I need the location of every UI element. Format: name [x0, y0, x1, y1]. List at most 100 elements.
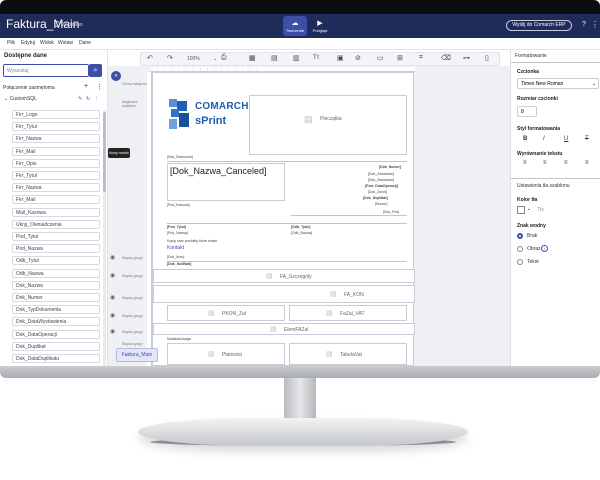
right-field-2[interactable]: [Dok_Zawartosc]	[368, 178, 394, 182]
text-icon[interactable]: Tт	[313, 55, 319, 61]
source-customsql[interactable]: ⌄ CustomSQL ✎ ↻ ⋮	[4, 96, 104, 107]
align-left-icon[interactable]: ≡	[523, 160, 527, 166]
font-size-input[interactable]: 8	[517, 106, 537, 117]
strikethrough-button[interactable]: T	[585, 136, 589, 142]
field-item[interactable]: Pod_Nazwa	[12, 244, 100, 254]
bold-button[interactable]: B	[523, 136, 527, 142]
field-item[interactable]: Firr_Nazwa	[12, 134, 100, 144]
info-icon[interactable]: i	[541, 245, 548, 252]
field-item[interactable]: Dok_TypDokumentu	[12, 305, 100, 315]
undo-icon[interactable]: ↶	[147, 54, 153, 62]
link-icon[interactable]: ⊘	[355, 54, 361, 62]
font-select[interactable]: Times New Roman ⌄	[517, 78, 599, 89]
field-item[interactable]: Firr_Tytul	[12, 122, 100, 132]
subreport-pkon-zal[interactable]: ▤ PKON_Zal	[167, 305, 285, 321]
image-icon[interactable]: ▣	[337, 54, 344, 62]
dok-ilosc[interactable]: [Dok_Ilosc]	[167, 255, 184, 259]
watermark-radio-text[interactable]	[517, 259, 523, 265]
link-chain-icon[interactable]: ⊶	[463, 54, 470, 62]
field-item[interactable]: Odb_Tytul	[12, 256, 100, 266]
grid-icon[interactable]: ▤	[271, 54, 278, 62]
dok-duplikat[interactable]: [Dok_Duplikat]	[363, 196, 388, 200]
field-item[interactable]: Odb_Nazwa	[12, 268, 100, 278]
search-input[interactable]: Wyszukaj	[3, 64, 89, 77]
add-icon[interactable]: +	[84, 83, 88, 90]
menu-widok[interactable]: Widok	[40, 40, 54, 46]
frame-icon[interactable]: ⊞	[397, 54, 403, 62]
field-item[interactable]: Dok_DataOperacji	[12, 329, 100, 339]
dok-zwrot[interactable]: [Dok_Zwrot]	[368, 190, 387, 194]
field-item[interactable]: Firr_Mail	[12, 146, 100, 156]
field-item[interactable]: Mail_Kasowa	[12, 207, 100, 217]
bg-color-swatch[interactable]	[517, 206, 525, 214]
collapse-panel-icon[interactable]: «	[111, 71, 121, 81]
eye-icon[interactable]: ◉	[110, 312, 115, 319]
contact-link[interactable]: Kontakt	[167, 245, 184, 251]
menu-dane[interactable]: Dane	[79, 40, 91, 46]
underline-button[interactable]: U	[564, 136, 568, 142]
pow-operacji[interactable]: [Pow_DataOperacji]	[365, 184, 398, 188]
chevron-down-icon[interactable]: ⌄	[527, 206, 531, 212]
watermark-radio-image[interactable]	[517, 246, 523, 252]
mode-create-button[interactable]: ☁ Tworzenie	[283, 16, 307, 36]
delete-icon[interactable]: ⌫	[441, 54, 451, 62]
odb-tytul[interactable]: [Odb_Tytul]	[291, 225, 310, 229]
chevron-down-icon[interactable]: ⌄	[213, 56, 217, 62]
more-vertical-icon[interactable]: ⋮	[591, 20, 599, 29]
align-center-icon[interactable]: ≡	[543, 160, 547, 166]
subreport-szczegoly[interactable]: ▤ FA_Szczegóły	[153, 269, 415, 283]
dok-rachunek[interactable]: [Dok_Rachunek]	[167, 155, 193, 159]
field-item[interactable]: Dok_DataWystawienia	[12, 317, 100, 327]
menu-edytuj[interactable]: Edytuj	[21, 40, 35, 46]
field-item[interactable]: Pod_Tytul	[12, 232, 100, 241]
eye-icon[interactable]: ◉	[110, 254, 115, 261]
redo-icon[interactable]: ↷	[167, 54, 173, 62]
delete-icon[interactable]: ⋮	[94, 96, 99, 102]
field-item[interactable]: Firr_Logo	[12, 110, 100, 119]
field-item[interactable]: Dok_Duplikat	[12, 341, 100, 351]
field-item[interactable]: Dok_Numer	[12, 293, 100, 302]
document-icon[interactable]: ▯	[485, 54, 489, 62]
left-scrollbar-thumb[interactable]	[103, 112, 106, 192]
field-item[interactable]: Dok_Nazwa	[12, 280, 100, 290]
zoom-level[interactable]: 100%	[187, 56, 200, 62]
eye-icon[interactable]: ◉	[110, 294, 115, 301]
field-item[interactable]: Firr_Tytul	[12, 171, 100, 180]
numer-field[interactable]: [Numer]	[375, 202, 387, 206]
pod-nazwa[interactable]: [Pod_Nazwa]	[167, 231, 188, 235]
notatka-label[interactable]: Notatka/Uwaga	[167, 337, 191, 341]
refresh-icon[interactable]: ↻	[86, 96, 90, 102]
edit-icon[interactable]: ✎	[78, 96, 82, 102]
field-item[interactable]: Firr_Nazwa	[12, 183, 100, 193]
crop-icon[interactable]: ⌗	[419, 54, 423, 62]
eye-icon[interactable]: ◉	[110, 272, 115, 279]
mode-preview-button[interactable]: ▶ Podgląd	[310, 16, 330, 36]
subreport-tabela-vat[interactable]: ▤ TabelaVat	[289, 343, 407, 365]
help-circle-icon[interactable]: ?	[582, 21, 586, 28]
subreport-elem-fazal[interactable]: ▤ ElemFAZal	[153, 323, 415, 335]
menu-plik[interactable]: Plik	[7, 40, 15, 46]
comarch-logo[interactable]: COMARCH sPrint	[167, 97, 248, 133]
odb-nazwa[interactable]: [Odb_Nazwa]	[291, 231, 312, 235]
table-icon[interactable]: ▦	[249, 54, 256, 62]
field-item[interactable]: Dok_DataDuplikatu	[12, 354, 100, 363]
menu-wstaw[interactable]: Wstaw	[58, 40, 73, 46]
field-item[interactable]: Firr_Opis	[12, 158, 100, 168]
page-tab[interactable]: Faktura_Main	[116, 348, 158, 362]
align-right-icon[interactable]: ≡	[564, 160, 568, 166]
search-icon[interactable]: ⌕	[89, 64, 102, 77]
subreport-platnosci[interactable]: ▤ Płatności	[167, 343, 285, 365]
field-item[interactable]: Ukryj_Owniadczenia	[12, 219, 100, 229]
dok-numer[interactable]: [Dok_Numer]	[379, 165, 401, 169]
layout-icon[interactable]: ▭	[377, 54, 384, 62]
bottom-right-field[interactable]: [Dok_Pos]	[383, 210, 399, 214]
right-field-1[interactable]: [Dok_Zawartosc]	[368, 172, 394, 176]
subreport-kon[interactable]: ▤ FA_KON	[153, 285, 415, 303]
pod-tytul[interactable]: [Pod_Tytul]	[167, 225, 186, 229]
watermark-radio-none[interactable]	[517, 233, 523, 239]
send-to-erp-button[interactable]: Wyślij do Comarch ERP	[506, 20, 572, 31]
print-icon[interactable]: ⎙	[221, 54, 227, 62]
dok-kodnabywcy[interactable]: [Dok_KodNab]	[167, 262, 191, 266]
subreport-fazal-vat[interactable]: ▤ FaZal_VAT	[289, 305, 407, 321]
dok-nazwa-box[interactable]: [Dok_Nazwa_Canceled]	[167, 163, 285, 201]
